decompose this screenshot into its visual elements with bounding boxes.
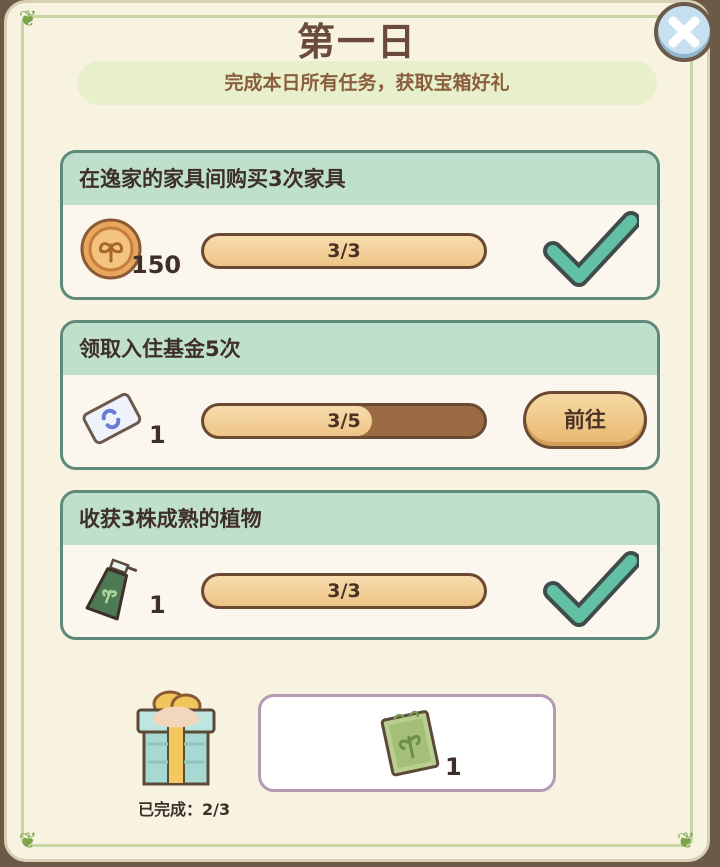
ticket-icon — [82, 392, 142, 445]
spray-bottle-icon — [85, 558, 138, 621]
task-title: 领取入住基金5次 — [63, 323, 657, 375]
task-card-1: 在逸家的家具间购买3次家具 150 3/3 — [60, 150, 660, 300]
chest-reward-box: 1 — [258, 694, 556, 792]
progress-text: 3/3 — [327, 580, 361, 602]
task-title: 收获3株成熟的植物 — [63, 493, 657, 545]
progress-bar: 3/5 — [201, 403, 487, 439]
subtitle: 完成本日所有任务，获取宝箱好礼 — [77, 61, 657, 105]
progress-text: 3/3 — [327, 240, 361, 262]
task-card-2: 领取入住基金5次 1 3/5 前往 — [60, 320, 660, 470]
reward-count: 150 — [131, 251, 182, 279]
gift-box-icon[interactable] — [130, 680, 222, 790]
completed-progress: 已完成：2/3 — [138, 800, 231, 819]
leaf-corner-icon: ❦ — [18, 829, 38, 854]
go-button[interactable]: 前往 — [523, 391, 647, 449]
close-icon — [668, 16, 700, 48]
reward-count: 1 — [149, 421, 166, 449]
check-icon — [543, 551, 639, 627]
page-title: 第一日 — [296, 20, 417, 64]
reward-count: 1 — [445, 753, 462, 781]
reward-count: 1 — [149, 591, 166, 619]
task-card-3: 收获3株成熟的植物 1 3/3 — [60, 490, 660, 640]
progress-text: 3/5 — [327, 410, 361, 432]
seed-packet-icon — [380, 710, 440, 777]
task-title: 在逸家的家具间购买3次家具 — [63, 153, 657, 205]
check-icon — [543, 211, 639, 287]
leaf-corner-icon: ❦ — [676, 829, 696, 854]
close-button[interactable] — [654, 2, 714, 62]
progress-bar: 3/3 — [201, 233, 487, 269]
progress-bar: 3/3 — [201, 573, 487, 609]
